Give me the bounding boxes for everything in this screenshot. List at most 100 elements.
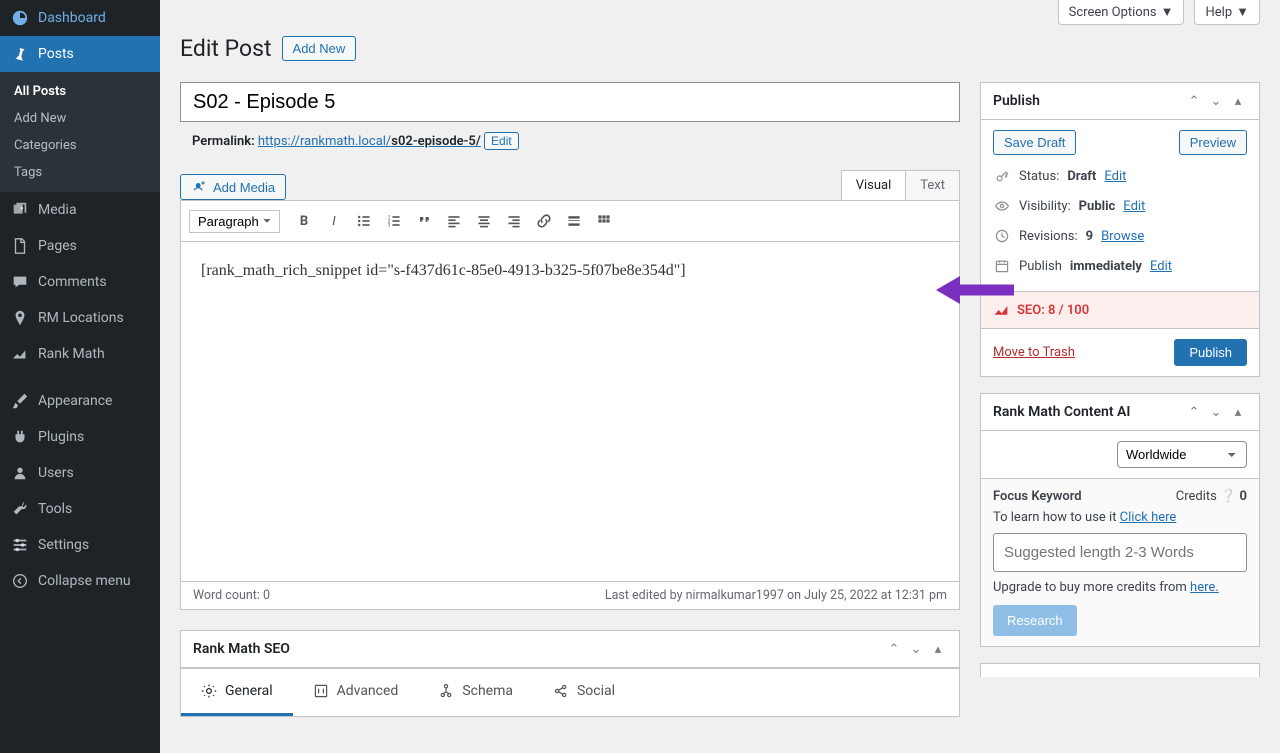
sidebar-sub-tags[interactable]: Tags: [0, 159, 160, 186]
word-count: Word count: 0: [193, 588, 270, 603]
add-media-label: Add Media: [213, 180, 275, 195]
rm-tab-advanced[interactable]: Advanced: [293, 669, 419, 716]
sidebar-item-appearance[interactable]: Appearance: [0, 383, 160, 419]
pin-icon: [10, 44, 30, 64]
status-edit-link[interactable]: Edit: [1104, 169, 1126, 184]
seo-chart-icon: [993, 302, 1009, 318]
sidebar-label: Settings: [38, 537, 89, 553]
sidebar-item-rm-locations[interactable]: RM Locations: [0, 300, 160, 336]
sidebar-item-dashboard[interactable]: Dashboard: [0, 0, 160, 36]
rm-tab-general[interactable]: General: [181, 669, 293, 716]
sidebar-item-plugins[interactable]: Plugins: [0, 419, 160, 455]
format-select[interactable]: Paragraph: [189, 210, 280, 233]
move-up-icon[interactable]: ⌃: [885, 642, 903, 657]
publish-immediately: immediately: [1070, 259, 1142, 274]
revisions-label: Revisions:: [1019, 229, 1078, 244]
sidebar-sub-all-posts[interactable]: All Posts: [0, 78, 160, 105]
sidebar-item-comments[interactable]: Comments: [0, 264, 160, 300]
add-media-button[interactable]: Add Media: [180, 174, 286, 200]
sidebar-label: Dashboard: [38, 10, 106, 26]
sliders-icon: [10, 535, 30, 555]
help-toggle[interactable]: Help ▼: [1194, 0, 1260, 25]
toggle-icon[interactable]: ▴: [1229, 405, 1247, 420]
link-button[interactable]: [530, 207, 558, 235]
italic-button[interactable]: I: [320, 207, 348, 235]
sidebar-item-users[interactable]: Users: [0, 455, 160, 491]
media-icon: [191, 179, 207, 195]
align-left-button[interactable]: [440, 207, 468, 235]
permalink-link[interactable]: https://rankmath.local/s02-episode-5/: [258, 134, 481, 149]
howto-link[interactable]: Click here: [1120, 510, 1177, 525]
sidebar-item-settings[interactable]: Settings: [0, 527, 160, 563]
rm-tab-social[interactable]: Social: [533, 669, 635, 716]
move-down-icon[interactable]: ⌄: [1207, 94, 1225, 109]
tab-visual[interactable]: Visual: [841, 170, 907, 200]
focus-keyword-label: Focus Keyword: [993, 489, 1082, 504]
publish-edit-link[interactable]: Edit: [1150, 259, 1172, 274]
admin-sidebar: Dashboard Posts All Posts Add New Catego…: [0, 0, 160, 753]
permalink-label: Permalink:: [192, 134, 255, 149]
next-metabox: [980, 663, 1260, 677]
editor-status-bar: Word count: 0 Last edited by nirmalkumar…: [180, 582, 960, 610]
sidebar-posts-submenu: All Posts Add New Categories Tags: [0, 72, 160, 192]
sidebar-sub-add-new[interactable]: Add New: [0, 105, 160, 132]
sidebar-item-posts[interactable]: Posts: [0, 36, 160, 72]
preview-button[interactable]: Preview: [1179, 130, 1247, 155]
brush-icon: [10, 391, 30, 411]
help-icon[interactable]: ❔: [1220, 489, 1236, 504]
align-right-button[interactable]: [500, 207, 528, 235]
key-icon: [993, 167, 1011, 185]
permalink-edit-button[interactable]: Edit: [484, 132, 519, 150]
read-more-button[interactable]: [560, 207, 588, 235]
media-icon: [10, 200, 30, 220]
rm-tab-schema[interactable]: Schema: [418, 669, 533, 716]
move-down-icon[interactable]: ⌄: [1207, 405, 1225, 420]
sidebar-label: Users: [38, 465, 74, 481]
sidebar-item-media[interactable]: Media: [0, 192, 160, 228]
upgrade-link[interactable]: here.: [1190, 580, 1219, 595]
post-title-input[interactable]: [180, 82, 960, 122]
rm-seo-title: Rank Math SEO: [193, 641, 290, 657]
add-new-button[interactable]: Add New: [282, 36, 357, 61]
sidebar-sub-categories[interactable]: Categories: [0, 132, 160, 159]
move-up-icon[interactable]: ⌃: [1185, 405, 1203, 420]
toggle-icon[interactable]: ▴: [929, 642, 947, 657]
bold-button[interactable]: B: [290, 207, 318, 235]
help-label: Help: [1205, 5, 1232, 20]
sidebar-label: RM Locations: [38, 310, 124, 326]
tab-text[interactable]: Text: [906, 170, 960, 200]
status-value: Draft: [1067, 169, 1096, 184]
move-down-icon[interactable]: ⌄: [907, 642, 925, 657]
bulleted-list-button[interactable]: [350, 207, 378, 235]
screen-options-toggle[interactable]: Screen Options ▼: [1058, 0, 1185, 25]
align-center-button[interactable]: [470, 207, 498, 235]
location-icon: [10, 308, 30, 328]
sidebar-item-tools[interactable]: Tools: [0, 491, 160, 527]
caret-down-icon: ▼: [1236, 4, 1249, 20]
editor-toolbar: Paragraph B I 123: [180, 200, 960, 242]
move-up-icon[interactable]: ⌃: [1185, 94, 1203, 109]
save-draft-button[interactable]: Save Draft: [993, 130, 1076, 155]
blockquote-button[interactable]: [410, 207, 438, 235]
focus-keyword-input[interactable]: [993, 533, 1247, 572]
sidebar-item-pages[interactable]: Pages: [0, 228, 160, 264]
numbered-list-button[interactable]: 123: [380, 207, 408, 235]
region-select[interactable]: Worldwide: [1117, 441, 1247, 468]
sidebar-label: Plugins: [38, 429, 84, 445]
research-button[interactable]: Research: [993, 605, 1077, 636]
upgrade-text: Upgrade to buy more credits from: [993, 580, 1190, 595]
credits-area: Credits ❔ 0: [1176, 489, 1247, 504]
move-to-trash-link[interactable]: Move to Trash: [993, 345, 1075, 360]
editor-content[interactable]: [rank_math_rich_snippet id="s-f437d61c-8…: [180, 242, 960, 582]
sidebar-item-collapse[interactable]: Collapse menu: [0, 563, 160, 599]
publish-metabox: Publish ⌃ ⌄ ▴ Save Draft Preview: [980, 82, 1260, 377]
content-ai-metabox: Rank Math Content AI ⌃ ⌄ ▴ Worldwide Foc…: [980, 393, 1260, 647]
toggle-icon[interactable]: ▴: [1229, 94, 1247, 109]
chart-icon: [10, 344, 30, 364]
sidebar-item-rank-math[interactable]: Rank Math: [0, 336, 160, 372]
revisions-browse-link[interactable]: Browse: [1101, 229, 1144, 244]
visibility-edit-link[interactable]: Edit: [1123, 199, 1145, 214]
publish-button[interactable]: Publish: [1174, 339, 1247, 366]
toolbar-toggle-button[interactable]: [590, 207, 618, 235]
publish-label: Publish: [1019, 259, 1062, 274]
